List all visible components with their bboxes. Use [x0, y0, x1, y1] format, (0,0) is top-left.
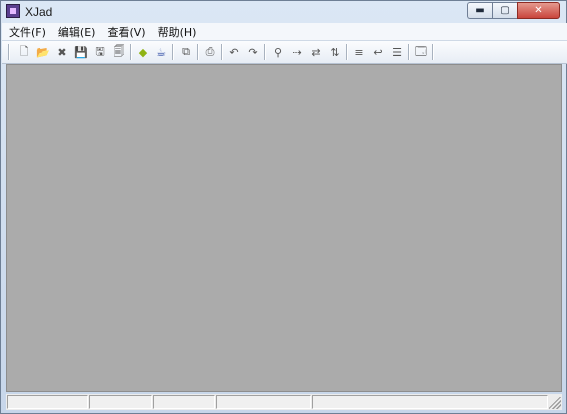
print-icon[interactable]: ⎙ — [202, 44, 218, 60]
save-all-icon[interactable]: 🗐 — [111, 44, 127, 60]
status-pane — [89, 395, 152, 409]
toolbar-separator — [221, 44, 223, 60]
new-file-icon[interactable]: 🗋 — [16, 44, 32, 60]
status-pane — [7, 395, 88, 409]
properties-icon[interactable]: 🗔 — [413, 44, 429, 60]
word-wrap-icon[interactable]: ↩ — [370, 44, 386, 60]
editor-area[interactable] — [6, 64, 562, 392]
toolbar-separator — [130, 44, 132, 60]
caption-buttons: ▬ ▢ ✕ — [467, 2, 560, 19]
status-pane — [312, 395, 548, 409]
java-icon[interactable]: ☕ — [153, 44, 169, 60]
toolbar-separator — [432, 44, 434, 60]
toolbar-separator — [8, 44, 10, 60]
close-file-icon[interactable]: ✖ — [54, 44, 70, 60]
replace-icon[interactable]: ⇄ — [308, 44, 324, 60]
save-as-icon[interactable]: 🖫 — [92, 44, 108, 60]
menu-file[interactable]: 文件(F) — [4, 24, 51, 40]
toolbar: 🗋 📂 ✖ 💾 🖫 🗐 ◆ ☕ ⧉ ⎙ ↶ ↷ ⚲ ⇢ ⇄ ⇅ ≡ ↩ ☰ 🗔 — [2, 41, 567, 64]
xjad-app-icon[interactable] — [6, 4, 20, 18]
menu-help[interactable]: 帮助(H) — [153, 24, 202, 40]
decompile-icon[interactable]: ◆ — [135, 44, 151, 60]
status-pane — [153, 395, 215, 409]
app-window: XJad ▬ ▢ ✕ 文件(F) 编辑(E) 查看(V) 帮助(H) 🗋 📂 ✖… — [0, 0, 567, 414]
toolbar-separator — [264, 44, 266, 60]
find-icon[interactable]: ⚲ — [270, 44, 286, 60]
maximize-button[interactable]: ▢ — [492, 2, 517, 19]
title-bar[interactable]: XJad ▬ ▢ ✕ — [1, 1, 566, 23]
menu-edit[interactable]: 编辑(E) — [53, 24, 101, 40]
toolbar-separator — [197, 44, 199, 60]
menu-bar: 文件(F) 编辑(E) 查看(V) 帮助(H) — [2, 23, 567, 41]
menu-view[interactable]: 查看(V) — [102, 24, 150, 40]
toolbar-separator — [408, 44, 410, 60]
redo-icon[interactable]: ↷ — [245, 44, 261, 60]
toolbar-separator — [172, 44, 174, 60]
minimize-button[interactable]: ▬ — [467, 2, 492, 19]
align-left-icon[interactable]: ≡ — [351, 44, 367, 60]
status-pane — [216, 395, 311, 409]
open-folder-icon[interactable]: 📂 — [35, 44, 51, 60]
sort-icon[interactable]: ⇅ — [327, 44, 343, 60]
line-numbers-icon[interactable]: ☰ — [389, 44, 405, 60]
resize-grip[interactable] — [549, 397, 561, 409]
status-bar — [6, 394, 562, 410]
save-icon[interactable]: 💾 — [73, 44, 89, 60]
find-next-icon[interactable]: ⇢ — [289, 44, 305, 60]
close-button[interactable]: ✕ — [517, 2, 560, 19]
copy-icon[interactable]: ⧉ — [178, 44, 194, 60]
toolbar-separator — [346, 44, 348, 60]
window-title: XJad — [25, 5, 53, 19]
undo-icon[interactable]: ↶ — [226, 44, 242, 60]
